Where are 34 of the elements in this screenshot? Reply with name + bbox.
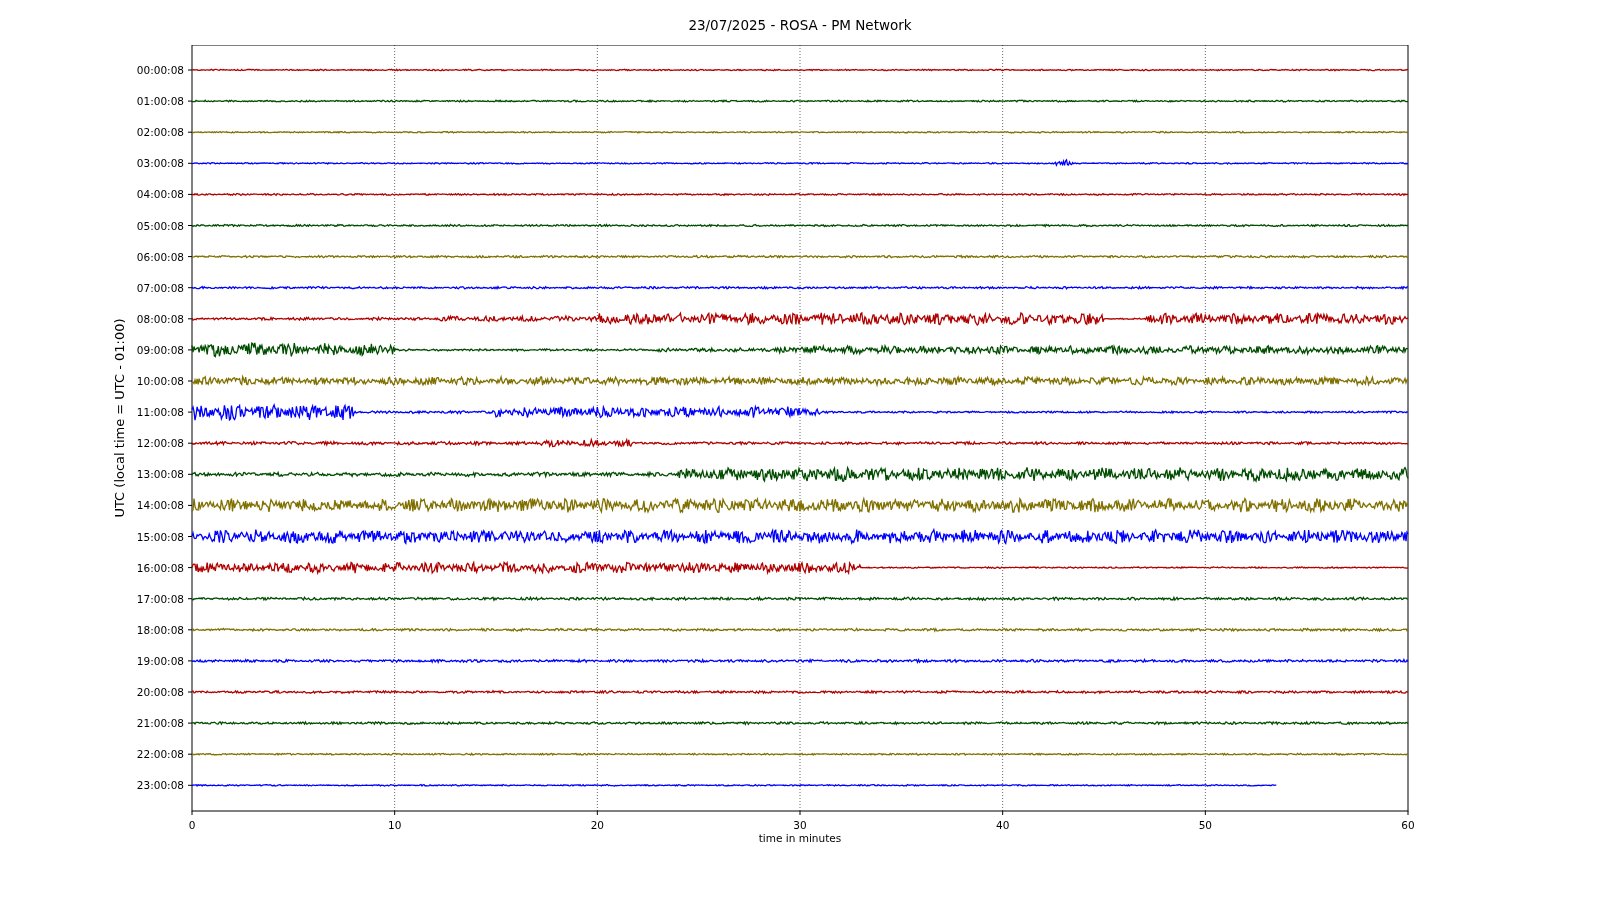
y-tick-label: 19:00:08: [136, 654, 184, 667]
y-tick-label: 11:00:08: [136, 406, 184, 419]
y-tick-label: 10:00:08: [136, 375, 184, 387]
y-tick-label: 12:00:08: [136, 437, 184, 450]
y-tick-label: 21:00:08: [136, 717, 184, 730]
y-tick-label: 03:00:08: [136, 157, 184, 170]
y-tick-label: 07:00:08: [136, 281, 184, 294]
y-axis-label: UTC (local time = UTC - 01:00): [112, 318, 127, 518]
x-tick-label: 40: [996, 819, 1010, 831]
x-tick-label: 0: [188, 819, 196, 831]
chart-title: 23/07/2025 - ROSA - PM Network: [688, 15, 912, 33]
y-tick-label: 04:00:08: [136, 188, 184, 201]
x-tick-label: 20: [590, 819, 604, 831]
x-tick-label: 30: [793, 819, 807, 831]
y-tick-label: 13:00:08: [136, 468, 184, 481]
y-tick-label: 05:00:08: [136, 219, 184, 232]
y-tick-label: 08:00:08: [136, 312, 184, 325]
y-tick-label: 01:00:08: [136, 95, 184, 108]
y-tick-label: 18:00:08: [136, 623, 184, 636]
x-tick-label: 10: [388, 819, 402, 831]
y-tick-label: 14:00:08: [136, 499, 184, 512]
y-tick-label: 06:00:08: [136, 250, 184, 263]
y-tick-label: 16:00:08: [136, 561, 184, 574]
x-tick-label: 50: [1198, 819, 1212, 831]
y-tick-label: 20:00:08: [136, 686, 184, 698]
y-tick-label: 17:00:08: [136, 592, 184, 605]
y-tick-label: 00:00:08: [136, 64, 184, 76]
x-tick-label: 60: [1401, 819, 1415, 831]
y-tick-label: 22:00:08: [136, 748, 184, 761]
y-tick-label: 15:00:08: [136, 530, 184, 543]
y-tick-label: 02:00:08: [136, 126, 184, 139]
y-tick-label: 09:00:08: [136, 343, 184, 356]
y-tick-label: 23:00:08: [136, 779, 184, 792]
x-axis-label: time in minutes: [758, 832, 842, 844]
